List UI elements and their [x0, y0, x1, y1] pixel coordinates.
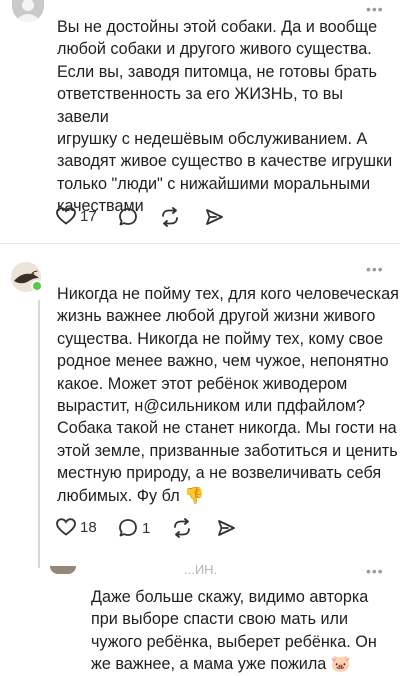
avatar[interactable] — [12, 0, 44, 22]
online-status-indicator — [31, 280, 43, 292]
share-button[interactable] — [160, 207, 180, 227]
reply-count: 1 — [142, 519, 151, 537]
comment-divider — [0, 243, 400, 244]
repost-icon — [162, 207, 178, 227]
reply-button[interactable]: 1 — [118, 518, 150, 538]
default-avatar-icon — [17, 0, 39, 22]
reply-text: Даже больше скажу, видимо авторка при вы… — [91, 586, 391, 676]
avatar[interactable] — [50, 566, 76, 574]
comment-actions: 17 — [56, 207, 236, 231]
heart-icon — [56, 518, 76, 536]
reply-author-name: ...ИН. — [184, 562, 218, 577]
send-icon — [218, 520, 235, 536]
reply-thread-line — [38, 300, 40, 568]
thumbs-down-emoji: 👎 — [184, 486, 205, 505]
comment-bubble-icon — [119, 519, 137, 537]
send-icon — [206, 209, 223, 225]
more-options-icon[interactable]: ••• — [366, 564, 384, 578]
more-options-icon[interactable]: ••• — [366, 262, 384, 276]
send-button[interactable] — [216, 518, 236, 538]
comment-actions: 18 1 — [56, 518, 236, 542]
like-count: 17 — [80, 207, 97, 225]
comment-body: Никогда не пойму тех, для кого человечес… — [57, 285, 399, 505]
share-button[interactable] — [172, 518, 192, 538]
like-button[interactable]: 18 — [56, 518, 97, 536]
comment-text: Никогда не пойму тех, для кого человечес… — [57, 283, 399, 507]
repost-icon — [174, 518, 190, 538]
comment-text: Вы не достойны этой собаки. Да и вообще … — [57, 18, 393, 216]
more-options-icon[interactable]: ••• — [366, 2, 384, 16]
reply-button[interactable] — [118, 207, 138, 227]
comment-bubble-icon — [119, 208, 137, 226]
like-count: 18 — [80, 518, 97, 536]
send-button[interactable] — [204, 207, 224, 227]
pig-emoji: 🐷 — [330, 655, 351, 674]
like-button[interactable]: 17 — [56, 207, 97, 225]
heart-icon — [56, 207, 76, 225]
